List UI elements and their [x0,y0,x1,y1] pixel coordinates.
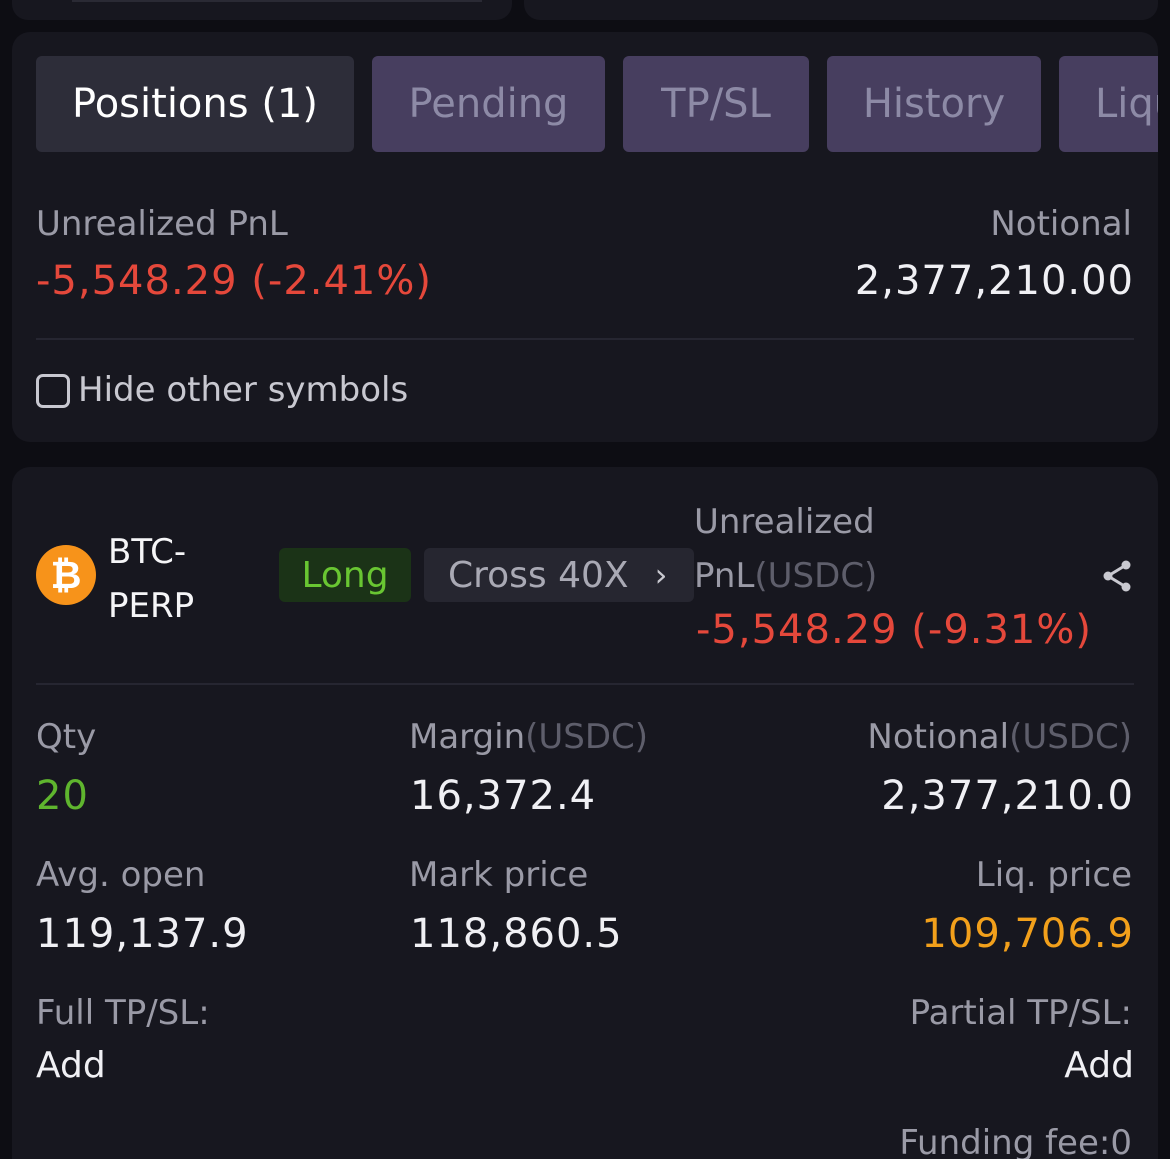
position-card[interactable]: ₿ BTC- PERP Long Cross 40X › Unrealized … [12,467,1158,1159]
funding-fee: Funding fee:0 [899,1123,1132,1159]
chevron-right-icon: › [654,556,668,594]
position-pnl-percent: (-9.31%) [911,607,1092,653]
notional-value: 2,377,210.00 [854,258,1134,304]
position-notional-value: 2,377,210.0 [881,773,1134,819]
hide-other-symbols-label[interactable]: Hide other symbols [78,370,408,410]
position-pnl-label-line-1: Unrealized [694,502,875,542]
summary-divider [36,338,1134,340]
margin-label: Margin(USDC) [409,717,648,757]
tab-history[interactable]: History [827,56,1041,152]
qty-value: 20 [36,773,89,819]
full-tpsl-add-button[interactable]: Add [36,1045,106,1086]
position-pnl-label-line-2: PnL(USDC) [694,549,877,603]
position-pnl-value: -5,548.29 (-9.31%) [696,607,1092,653]
tab-tpsl[interactable]: TP/SL [623,56,809,152]
partial-tpsl-add-button[interactable]: Add [1064,1045,1134,1086]
positions-tabs: Positions (1) Pending TP/SL History Liqu [36,56,1158,152]
unrealized-pnl-amount: -5,548.29 [36,258,238,304]
unrealized-pnl-percent: (-2.41%) [251,258,432,304]
unrealized-pnl-value: -5,548.29 (-2.41%) [36,258,432,304]
unrealized-pnl-label: Unrealized PnL [36,204,288,244]
position-pnl-unit: (USDC) [754,556,878,596]
margin-mode-label: Cross 40X [448,554,629,596]
full-tpsl-label: Full TP/SL: [36,993,210,1033]
position-notional-label-text: Notional [867,717,1010,757]
liq-price-label: Liq. price [975,855,1132,895]
partial-tpsl-label: Partial TP/SL: [909,993,1132,1033]
side-badge: Long [279,548,411,602]
symbol-name[interactable]: BTC- PERP [108,525,194,633]
margin-label-text: Margin [409,717,526,757]
symbol-line-2: PERP [108,586,195,626]
margin-unit: (USDC) [525,717,649,757]
funding-fee-value: 0 [1110,1123,1132,1159]
mark-price-value: 118,860.5 [410,911,623,957]
position-pnl-label: Unrealized PnL(USDC) [694,495,877,603]
position-divider [36,683,1134,685]
positions-summary-panel: Positions (1) Pending TP/SL History Liq u… [12,32,1158,442]
position-notional-unit: (USDC) [1009,717,1132,757]
avg-open-label: Avg. open [36,855,206,895]
position-notional-label: Notional(USDC) [867,717,1132,757]
tab-pending[interactable]: Pending [372,56,605,152]
symbol-line-1: BTC- [108,532,187,572]
liq-price-value: 109,706.9 [921,911,1134,957]
position-pnl-label-text: PnL [694,556,755,596]
mark-price-label: Mark price [409,855,589,895]
qty-label: Qty [36,717,97,757]
hide-other-symbols-checkbox[interactable] [36,374,70,408]
position-pnl-amount: -5,548.29 [696,607,898,653]
margin-value: 16,372.4 [410,773,597,819]
bitcoin-icon: ₿ [36,545,96,605]
margin-mode-button[interactable]: Cross 40X › [424,548,694,602]
share-icon[interactable] [1102,559,1132,593]
notional-label: Notional [990,204,1132,244]
previous-panel-edge-right [524,0,1158,20]
tab-liquidation[interactable]: Liqu [1059,56,1158,152]
previous-panel-edge [12,0,512,20]
funding-fee-label: Funding fee: [899,1123,1111,1159]
avg-open-value: 119,137.9 [36,911,249,957]
tab-positions[interactable]: Positions (1) [36,56,354,152]
